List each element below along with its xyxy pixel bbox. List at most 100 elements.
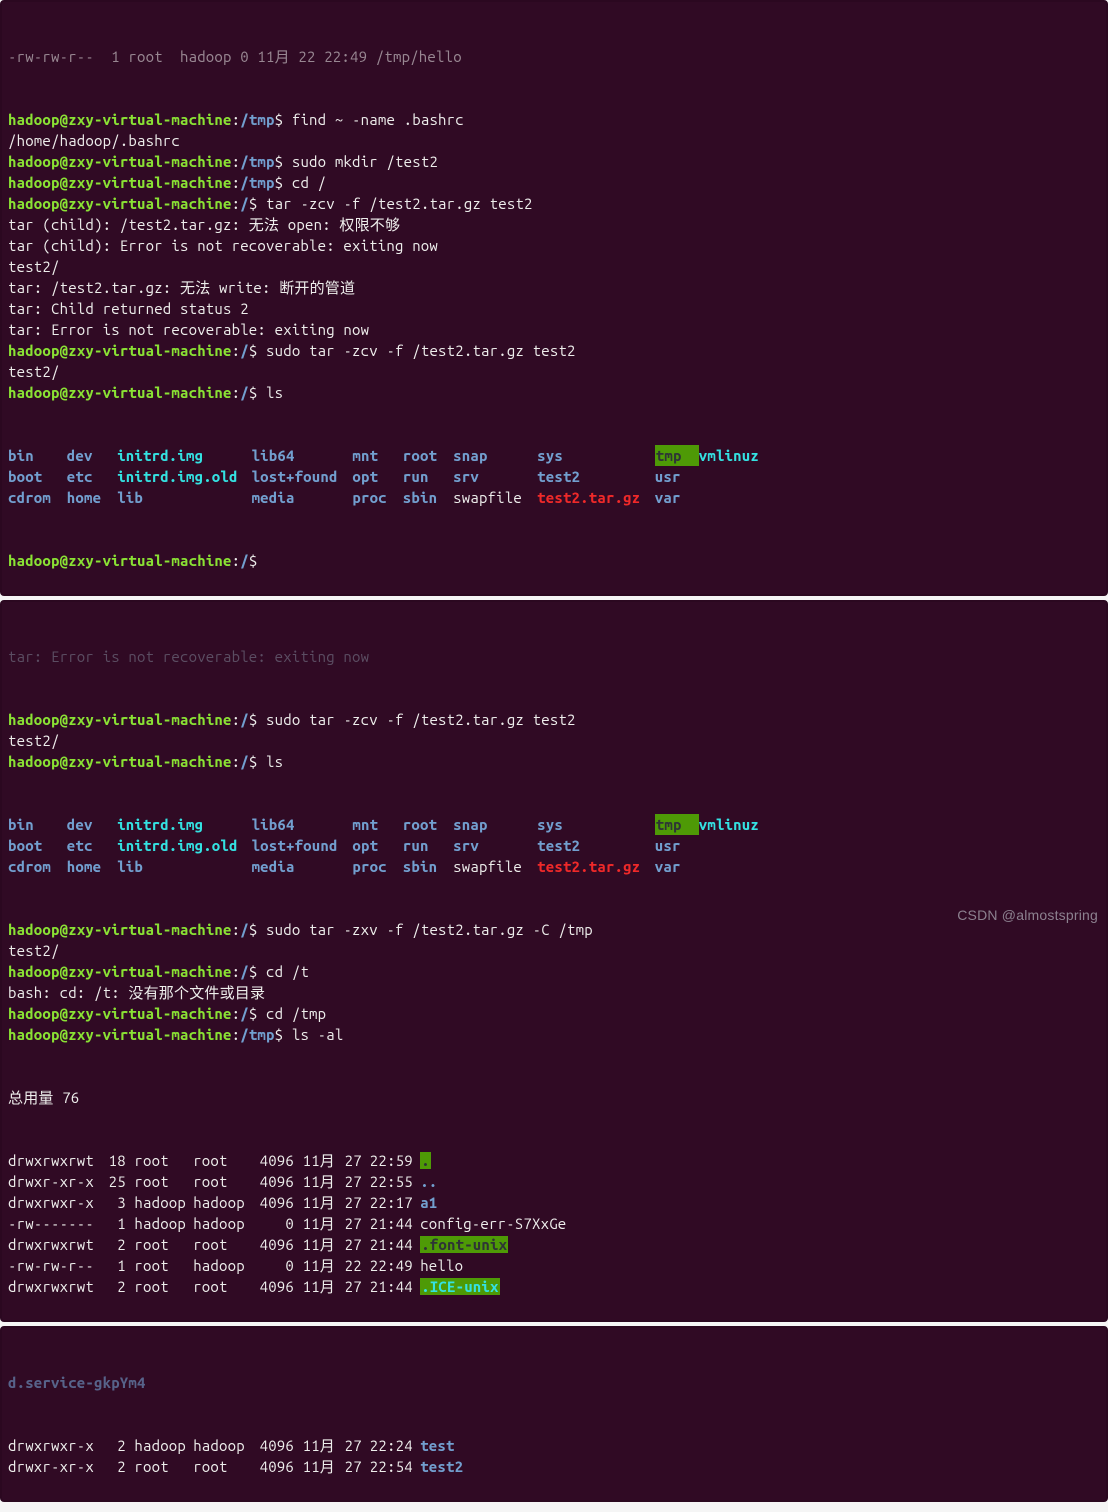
prompt-host: zxy-virtual-machine [68, 963, 231, 980]
prompt-line[interactable]: hadoop@zxy-virtual-machine:/$ cd /tmp [8, 1003, 1100, 1024]
prompt-line[interactable]: hadoop@zxy-virtual-machine:/$ cd /t [8, 961, 1100, 982]
lsal-row: drwxrwxrwt 2 rootroot4096 11月2721:44.ICE… [8, 1276, 1100, 1297]
prompt-line[interactable]: hadoop@zxy-virtual-machine:/$ sudo tar -… [8, 709, 1100, 730]
output-line: test2/ [8, 361, 1100, 382]
prompt-cwd: / [240, 711, 249, 728]
ls-row: bindevinitrd.imglib64mntrootsnapsystmpvm… [8, 814, 1100, 835]
ls-item: srv [453, 466, 537, 487]
ls-item: initrd.img.old [117, 466, 251, 487]
prompt-cwd: / [240, 921, 249, 938]
ls-item: mnt [352, 445, 402, 466]
ls-item: bin [8, 814, 67, 835]
prompt-cwd: /tmp [240, 174, 274, 191]
ls-item: test2.tar.gz [537, 487, 655, 508]
output-line: tar: Error is not recoverable: exiting n… [8, 319, 1100, 340]
ls-item: swapfile [453, 856, 537, 877]
ls-item: boot [8, 835, 67, 856]
ls-item: lib64 [252, 445, 353, 466]
prompt-line[interactable]: hadoop@zxy-virtual-machine:/$ ls [8, 751, 1100, 772]
ls-item: initrd.img [117, 445, 251, 466]
ls-item: var [655, 856, 697, 877]
lsal-row: drwxrwxr-x 2 hadoophadoop4096 11月2722:24… [8, 1435, 1100, 1456]
ls-item: lib64 [252, 814, 353, 835]
ls-item: sys [537, 814, 655, 835]
prompt-user: hadoop [8, 711, 60, 728]
prompt-host: zxy-virtual-machine [68, 342, 231, 359]
prompt-line[interactable]: hadoop@zxy-virtual-machine:/tmp$ find ~ … [8, 109, 1100, 130]
command-text: sudo mkdir /test2 [292, 153, 438, 170]
ls-item: cdrom [8, 487, 67, 508]
ls-item: sbin [403, 856, 453, 877]
ls-item: usr [655, 835, 697, 856]
cut-line: d.service-gkpYm4 [8, 1372, 1100, 1393]
prompt-line[interactable]: hadoop@zxy-virtual-machine:/$ tar -zcv -… [8, 193, 1100, 214]
ls-item: snap [453, 814, 537, 835]
prompt-empty[interactable]: hadoop@zxy-virtual-machine:/$ [8, 550, 1100, 571]
command-text: cd / [292, 174, 326, 191]
lsal-row: -rw-rw-r-- 1 roothadoop0 11月2222:49hello [8, 1255, 1100, 1276]
prompt-cwd: /tmp [240, 1026, 274, 1043]
output-line: tar: /test2.tar.gz: 无法 write: 断开的管道 [8, 277, 1100, 298]
ls-item: home [67, 856, 117, 877]
terminal-pane-2[interactable]: tar: Error is not recoverable: exiting n… [0, 600, 1108, 1322]
residual-line: -rw-rw-r-- 1 root hadoop 0 11月 22 22:49 … [8, 46, 1100, 67]
ls-item: lost+found [252, 835, 353, 856]
prompt-line[interactable]: hadoop@zxy-virtual-machine:/$ sudo tar -… [8, 340, 1100, 361]
prompt-line[interactable]: hadoop@zxy-virtual-machine:/tmp$ sudo mk… [8, 151, 1100, 172]
prompt-line[interactable]: hadoop@zxy-virtual-machine:/tmp$ ls -al [8, 1024, 1100, 1045]
ls-row: cdromhomelibmediaprocsbinswapfiletest2.t… [8, 487, 1100, 508]
ls-item: bin [8, 445, 67, 466]
output-line: test2/ [8, 256, 1100, 277]
ls-item: lib [117, 856, 251, 877]
prompt-user: hadoop [8, 153, 60, 170]
file-name: test [420, 1437, 454, 1454]
lsal-row: drwxrwxrwt 18 rootroot4096 11月2722:59. [8, 1150, 1100, 1171]
lsal-row: drwxrwxrwt 2 rootroot4096 11月2721:44.fon… [8, 1234, 1100, 1255]
prompt-cwd: / [240, 342, 249, 359]
ls-item: media [252, 856, 353, 877]
prompt-user: hadoop [8, 174, 60, 191]
prompt-cwd: /tmp [240, 153, 274, 170]
command-text: sudo tar -zxv -f /test2.tar.gz -C /tmp [266, 921, 593, 938]
terminal-pane-3[interactable]: d.service-gkpYm4 drwxrwxr-x 2 hadoophado… [0, 1326, 1108, 1502]
file-name: .. [420, 1173, 437, 1190]
command-text: cd /tmp [266, 1005, 326, 1022]
ls-item: vmlinuz [699, 816, 759, 833]
file-name: . [420, 1152, 431, 1169]
prompt-user: hadoop [8, 1026, 60, 1043]
command-text: tar -zcv -f /test2.tar.gz test2 [266, 195, 533, 212]
ls-item: opt [352, 466, 402, 487]
prompt-user: hadoop [8, 753, 60, 770]
prompt-line[interactable]: hadoop@zxy-virtual-machine:/$ sudo tar -… [8, 919, 1100, 940]
ls-item: proc [352, 856, 402, 877]
prompt-cwd: / [240, 753, 249, 770]
prompt-host: zxy-virtual-machine [68, 153, 231, 170]
output-line: test2/ [8, 940, 1100, 961]
lsal-row: drwxr-xr-x 25 rootroot4096 11月2722:55.. [8, 1171, 1100, 1192]
ls-item: home [67, 487, 117, 508]
prompt-user: hadoop [8, 195, 60, 212]
prompt-user: hadoop [8, 111, 60, 128]
prompt-cwd: / [240, 195, 249, 212]
terminal-pane-1[interactable]: -rw-rw-r-- 1 root hadoop 0 11月 22 22:49 … [0, 0, 1108, 596]
output-line: tar (child): Error is not recoverable: e… [8, 235, 1100, 256]
prompt-line[interactable]: hadoop@zxy-virtual-machine:/tmp$ cd / [8, 172, 1100, 193]
command-text: ls [266, 384, 283, 401]
prompt-line[interactable]: hadoop@zxy-virtual-machine:/$ ls [8, 382, 1100, 403]
ls-item: test2 [537, 466, 655, 487]
command-text: sudo tar -zcv -f /test2.tar.gz test2 [266, 342, 576, 359]
file-name: hello [420, 1257, 463, 1274]
lsal-total: 总用量 76 [8, 1087, 1100, 1108]
prompt-host: zxy-virtual-machine [68, 1005, 231, 1022]
output-line: bash: cd: /t: 没有那个文件或目录 [8, 982, 1100, 1003]
ls-item: srv [453, 835, 537, 856]
ls-item: test2 [537, 835, 655, 856]
prompt-host: zxy-virtual-machine [68, 1026, 231, 1043]
ls-item: swapfile [453, 487, 537, 508]
ls-row: bootetcinitrd.img.oldlost+foundoptrunsrv… [8, 466, 1100, 487]
prompt-host: zxy-virtual-machine [68, 174, 231, 191]
ls-item: var [655, 487, 697, 508]
prompt-host: zxy-virtual-machine [68, 195, 231, 212]
file-name: .ICE-unix [420, 1278, 499, 1295]
prompt-host: zxy-virtual-machine [68, 921, 231, 938]
